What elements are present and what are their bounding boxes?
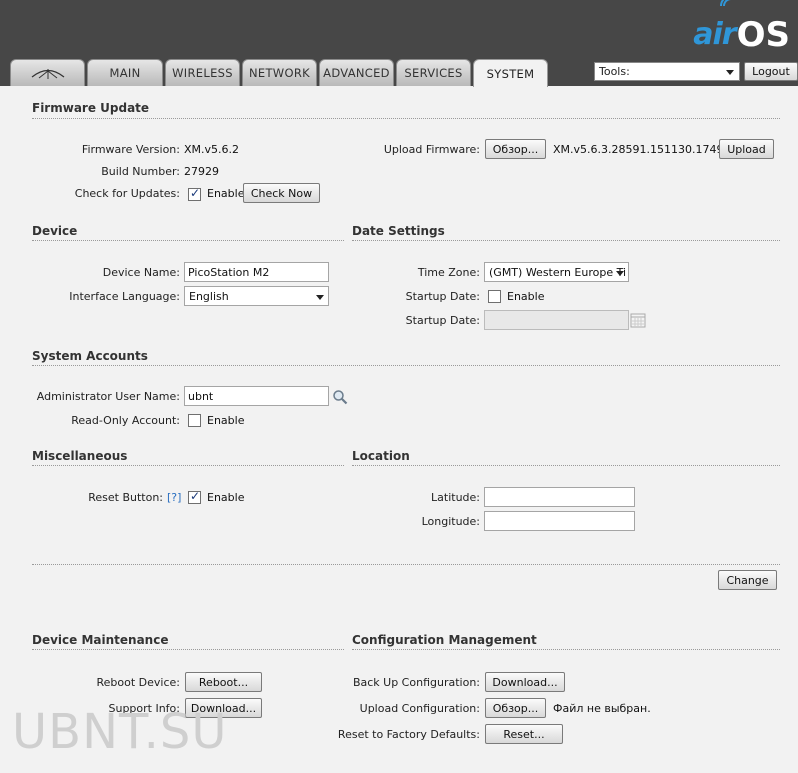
reset-button-label: Reset Button: xyxy=(88,491,163,504)
build-number-value: 27929 xyxy=(184,165,219,178)
tab-system[interactable]: SYSTEM xyxy=(473,59,548,87)
tab-ubiquiti-logo[interactable] xyxy=(10,59,85,86)
tab-main[interactable]: MAIN xyxy=(87,59,163,86)
wifi-signal-icon xyxy=(720,0,732,7)
longitude-label: Longitude: xyxy=(421,515,480,528)
check-updates-enable-label: Enable xyxy=(207,187,245,200)
section-divider xyxy=(352,465,780,466)
tools-select[interactable]: Tools: xyxy=(594,62,740,81)
reset-factory-defaults-label: Reset to Factory Defaults: xyxy=(337,728,480,741)
startup-date-checkbox[interactable] xyxy=(488,290,501,303)
chevron-down-icon xyxy=(616,271,624,276)
reset-button-enable-text: Enable xyxy=(207,491,245,504)
reset-button-help-link[interactable]: [?] xyxy=(167,491,181,504)
section-divider xyxy=(32,649,344,650)
reboot-device-label: Reboot Device: xyxy=(96,676,181,689)
build-number-label: Build Number: xyxy=(101,165,180,178)
section-divider xyxy=(32,118,780,119)
device-section-title: Device xyxy=(32,224,78,238)
firmware-version-value: XM.v5.6.2 xyxy=(184,143,240,156)
chevron-down-icon xyxy=(316,295,324,300)
time-zone-select[interactable]: (GMT) Western Europe Ti xyxy=(484,262,629,282)
tools-select-value: Tools: xyxy=(599,65,630,78)
section-divider xyxy=(32,465,344,466)
chevron-down-icon xyxy=(726,70,734,75)
firmware-section-title: Firmware Update xyxy=(32,101,150,115)
latitude-input[interactable] xyxy=(484,487,635,507)
reboot-button[interactable]: Reboot... xyxy=(185,672,262,692)
upload-configuration-label: Upload Configuration: xyxy=(359,702,480,715)
firmware-version-label: Firmware Version: xyxy=(81,143,180,156)
admin-username-label: Administrator User Name: xyxy=(36,390,180,403)
time-zone-value: (GMT) Western Europe Ti xyxy=(489,266,627,279)
tab-services[interactable]: SERVICES xyxy=(396,59,471,86)
upload-firmware-label: Upload Firmware: xyxy=(383,143,480,156)
reset-factory-defaults-button[interactable]: Reset... xyxy=(485,724,563,744)
startup-date-enable-label: Startup Date: xyxy=(405,290,480,303)
firmware-browse-button[interactable]: Обзор... xyxy=(485,139,546,159)
check-updates-checkbox[interactable] xyxy=(188,186,201,201)
logo-air-text: air xyxy=(693,17,736,52)
device-name-label: Device Name: xyxy=(102,266,180,279)
interface-language-label: Interface Language: xyxy=(69,290,180,303)
startup-date-input[interactable] xyxy=(484,310,629,330)
calendar-icon[interactable] xyxy=(630,312,646,328)
check-now-button[interactable]: Check Now xyxy=(243,183,320,203)
readonly-account-enable-text: Enable xyxy=(207,414,245,427)
device-name-input[interactable]: PicoStation M2 xyxy=(184,262,329,282)
date-settings-section-title: Date Settings xyxy=(352,224,445,238)
ubiquiti-logo-icon xyxy=(31,69,64,79)
change-button[interactable]: Change xyxy=(718,570,777,590)
latitude-label: Latitude: xyxy=(431,491,480,504)
backup-configuration-label: Back Up Configuration: xyxy=(352,676,480,689)
configuration-management-section-title: Configuration Management xyxy=(352,633,537,647)
firmware-upload-button[interactable]: Upload xyxy=(719,139,774,159)
readonly-account-label: Read-Only Account: xyxy=(71,414,180,427)
readonly-account-checkbox[interactable] xyxy=(188,414,201,427)
admin-username-input[interactable]: ubnt xyxy=(184,386,329,406)
section-divider xyxy=(32,240,344,241)
startup-date-enable-text: Enable xyxy=(507,290,545,303)
check-updates-label: Check for Updates: xyxy=(74,187,180,200)
configuration-file-name: Файл не выбран. xyxy=(553,702,651,715)
logo-os-text: OS xyxy=(736,15,790,55)
logout-button[interactable]: Logout xyxy=(744,62,798,81)
tab-network[interactable]: NETWORK xyxy=(242,59,317,86)
section-divider xyxy=(352,240,780,241)
firmware-file-name: XM.v5.6.3.28591.151130.1749.bin xyxy=(553,143,744,156)
interface-language-value: English xyxy=(189,290,229,303)
backup-configuration-download-button[interactable]: Download... xyxy=(485,672,565,692)
watermark-text: UBNT.SU xyxy=(12,704,228,760)
system-accounts-section-title: System Accounts xyxy=(32,349,148,363)
location-section-title: Location xyxy=(352,449,410,463)
miscellaneous-section-title: Miscellaneous xyxy=(32,449,128,463)
startup-date-label: Startup Date: xyxy=(405,314,480,327)
section-divider xyxy=(32,564,780,565)
magnifier-icon[interactable] xyxy=(332,389,348,405)
longitude-input[interactable] xyxy=(484,511,635,531)
tab-advanced[interactable]: ADVANCED xyxy=(319,59,394,86)
section-divider xyxy=(352,649,780,650)
reset-button-checkbox[interactable] xyxy=(188,489,201,504)
device-maintenance-section-title: Device Maintenance xyxy=(32,633,169,647)
section-divider xyxy=(32,365,780,366)
interface-language-select[interactable]: English xyxy=(184,286,329,306)
time-zone-label: Time Zone: xyxy=(417,266,480,279)
configuration-browse-button[interactable]: Обзор... xyxy=(485,698,546,718)
airos-logo: air OS xyxy=(693,0,790,55)
tab-wireless[interactable]: WIRELESS xyxy=(165,59,240,86)
